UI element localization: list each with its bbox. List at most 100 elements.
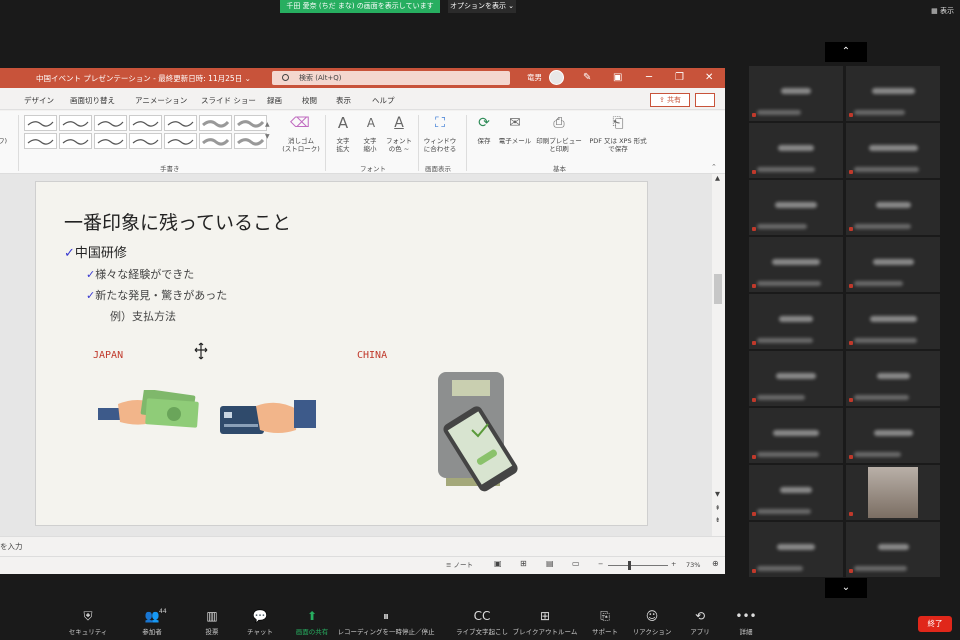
pen-icon[interactable]: ✎ [583,71,591,85]
fit-window-label[interactable]: ウィンドウ に合わせる [420,137,460,153]
pen-style-swatch[interactable] [199,133,232,149]
participant-tile[interactable] [749,180,843,235]
sub-bullet-1[interactable]: ✓様々な経験ができた [86,266,194,282]
toolbar-participants-button[interactable]: 👥 参加者 44 [122,606,182,636]
notes-pane[interactable]: を入力 [0,536,725,556]
comment-button[interactable] [695,93,715,107]
participant-tile[interactable] [846,180,940,235]
participant-tile[interactable] [749,237,843,292]
sub-bullet-2[interactable]: ✓新たな発見・驚きがあった [86,287,227,303]
participant-tile[interactable] [749,465,843,520]
end-meeting-button[interactable]: 終了 [918,616,952,632]
participant-tile[interactable] [846,465,940,520]
participant-tile[interactable] [846,294,940,349]
print-preview-label[interactable]: 印刷プレビュー と印刷 [535,137,583,153]
participant-tile[interactable] [846,66,940,121]
avatar[interactable] [549,70,564,85]
pdf-label[interactable]: PDF 又は XPS 形式 で保存 [583,137,653,153]
reading-view-icon[interactable]: ▤ [546,560,554,568]
font-color-icon[interactable]: A [388,113,410,133]
pen-style-swatch[interactable] [164,115,197,131]
minimize-icon[interactable]: ─ [646,71,652,85]
pen-style-swatch[interactable] [59,115,92,131]
normal-view-icon[interactable]: ▣ [494,560,502,568]
pen-style-swatch[interactable] [94,133,127,149]
participant-tile[interactable] [749,66,843,121]
participant-tile[interactable] [749,351,843,406]
pen-style-swatch[interactable] [94,115,127,131]
tab-slideshow[interactable]: スライド ショー [201,95,256,106]
pen-style-swatch[interactable] [129,115,162,131]
pen-style-swatch[interactable] [234,133,267,149]
label-japan[interactable]: JAPAN [93,350,123,361]
pen-style-swatch[interactable] [129,133,162,149]
tab-record[interactable]: 録画 [267,95,282,106]
tab-design[interactable]: デザイン [24,95,54,106]
pdf-icon[interactable]: ⎗ [608,113,628,133]
fit-slide-icon[interactable]: ⊕ [712,560,719,568]
restore-icon[interactable]: ❐ [675,71,684,85]
participant-tile[interactable] [846,123,940,178]
shrink-font-icon[interactable]: A [360,113,382,133]
participant-tile[interactable] [749,522,843,577]
label-china[interactable]: CHINA [357,350,387,361]
notes-toggle[interactable]: ≡ ノート [446,561,473,569]
vertical-scrollbar[interactable]: ▲ ▼ ⇞ ⇟ [712,174,725,536]
email-label[interactable]: 電子メール [497,137,533,145]
font-color-label[interactable]: フォント の色 ~ [384,137,414,153]
grow-font-label[interactable]: 文字 拡大 [331,137,355,153]
toolbar-more-button[interactable]: ••• 詳細 [716,606,776,636]
participant-tile[interactable] [846,351,940,406]
save-label[interactable]: 保存 [470,137,498,145]
toolbar-breakout-button[interactable]: ⊞ ブレイクアウトルーム [510,606,580,636]
participant-tile[interactable] [846,237,940,292]
gallery-scroll-up-icon[interactable]: ▲ [265,121,270,129]
print-icon[interactable]: ⎙ [549,113,569,133]
gallery-down-button[interactable]: ⌄ [825,578,867,598]
toolbar-shield-button[interactable]: ⛨ セキュリティ [58,606,118,636]
close-icon[interactable]: ✕ [705,71,713,85]
slide[interactable]: 一番印象に残っていること ✓中国研修 ✓様々な経験ができた ✓新たな発見・驚きが… [35,181,648,526]
document-title[interactable]: 中国イベント プレゼンテーション - 最終更新日時: 11月25日 ⌄ [36,73,251,84]
pen-style-swatch[interactable] [24,115,57,131]
zoom-level[interactable]: 73% [686,561,700,569]
collapse-ribbon-icon[interactable]: ⌃ [711,163,717,171]
pen-style-swatch[interactable] [199,115,232,131]
tab-view[interactable]: 表示 [336,95,351,106]
participant-tile[interactable] [749,408,843,463]
pen-style-swatch[interactable] [59,133,92,149]
scroll-down-icon[interactable]: ▼ [715,490,720,498]
zoom-in-icon[interactable]: + [671,560,676,568]
search-box[interactable]: 検索 (Alt+Q) [272,71,510,85]
grow-font-icon[interactable]: A [332,113,354,133]
share-button[interactable]: ⇪ 共有 [650,93,690,107]
tab-transitions[interactable]: 画面切り替え [70,95,115,106]
tab-animations[interactable]: アニメーション [135,95,187,106]
zoom-slider-thumb[interactable] [628,561,631,570]
scroll-up-icon[interactable]: ▲ [715,174,720,182]
tab-help[interactable]: ヘルプ [372,95,395,106]
pen-style-swatch[interactable] [24,133,57,149]
pen-style-swatch[interactable] [164,133,197,149]
prev-slide-icon[interactable]: ⇞ [715,504,720,512]
view-button[interactable]: ▦ 表示 [931,6,954,16]
bullet-china-training[interactable]: ✓中国研修 [64,242,127,261]
participant-tile[interactable] [749,294,843,349]
shrink-font-label[interactable]: 文字 縮小 [358,137,382,153]
fit-window-icon[interactable]: ⛶ [428,113,452,133]
next-slide-icon[interactable]: ⇟ [715,516,720,524]
toolbar-chat-button[interactable]: 💬 チャット [230,606,290,636]
participant-tile[interactable] [749,123,843,178]
toolbar-record-button[interactable]: ⏸ レコーディングを一時停止／停止 [331,606,441,636]
sorter-view-icon[interactable]: ⊞ [520,560,527,568]
zoom-out-icon[interactable]: − [598,560,603,568]
eraser-icon[interactable]: ⌫ [287,113,313,133]
ribbon-display-icon[interactable]: ▣ [613,71,622,85]
gallery-up-button[interactable]: ⌃ [825,42,867,62]
participant-tile[interactable] [846,522,940,577]
scroll-thumb[interactable] [714,274,722,304]
pen-style-swatch[interactable] [234,115,267,131]
participant-tile[interactable] [846,408,940,463]
save-icon[interactable]: ⟳ [474,113,494,133]
sub-bullet-3[interactable]: 例）支払方法 [110,308,176,324]
